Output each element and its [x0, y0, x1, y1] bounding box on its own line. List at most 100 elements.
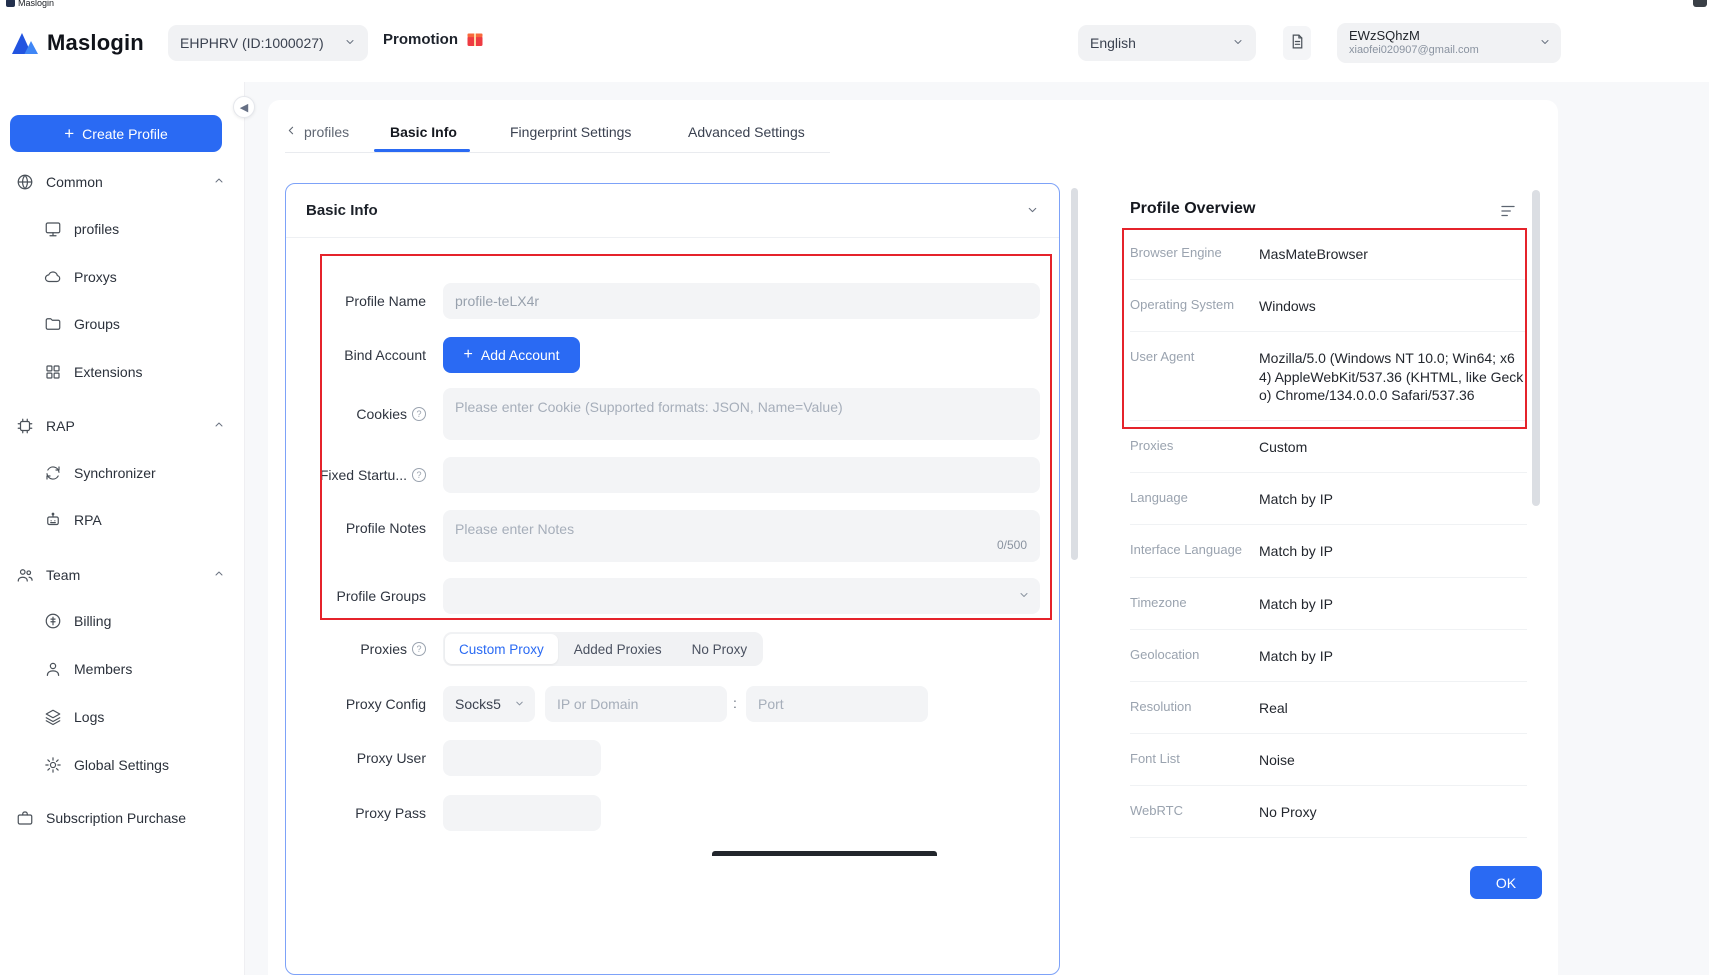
account-menu[interactable]: EWzSQhzM xiaofei020907@gmail.com	[1337, 23, 1561, 63]
proxy-option-none[interactable]: No Proxy	[678, 634, 762, 664]
sidebar-item-label: Billing	[74, 613, 111, 629]
chevron-down-icon	[514, 696, 525, 712]
active-tab-indicator	[374, 149, 470, 152]
chip-icon	[16, 417, 34, 435]
sidebar-item-rpa[interactable]: RPA	[0, 500, 245, 540]
sync-icon	[44, 464, 62, 482]
profile-name-label: Profile Name	[302, 283, 426, 319]
proxy-port-input[interactable]	[746, 686, 928, 722]
sidebar-item-label: Synchronizer	[74, 465, 156, 481]
proxy-option-custom[interactable]: Custom Proxy	[445, 634, 558, 664]
cookies-label: Cookies ?	[302, 396, 426, 432]
profile-groups-select[interactable]	[443, 578, 1040, 614]
sidebar-item-members[interactable]: Members	[0, 649, 245, 689]
back-to-profiles[interactable]: profiles	[285, 124, 349, 140]
sidebar-item-extensions[interactable]: Extensions	[0, 352, 245, 392]
bind-account-label: Bind Account	[302, 337, 426, 373]
section-label: Common	[46, 174, 103, 190]
monitor-icon	[44, 220, 62, 238]
overview-row: Browser Engine MasMateBrowser	[1130, 228, 1527, 280]
add-account-label: Add Account	[481, 347, 560, 363]
overview-row: Timezone Match by IP	[1130, 578, 1527, 630]
proxy-pass-label: Proxy Pass	[302, 795, 426, 831]
tabs-divider	[285, 152, 830, 153]
team-icon	[16, 566, 34, 584]
profile-overview-title: Profile Overview	[1130, 200, 1255, 218]
person-icon	[44, 660, 62, 678]
sidebar-item-logs[interactable]: Logs	[0, 697, 245, 737]
chevron-down-icon	[1232, 35, 1244, 51]
workspace-label: EHPHRV (ID:1000027)	[180, 35, 324, 51]
profile-notes-label: Profile Notes	[302, 510, 426, 546]
document-icon	[1289, 33, 1306, 53]
sidebar-item-label: profiles	[74, 221, 119, 237]
profile-notes-textarea[interactable]	[443, 510, 1040, 562]
docs-button[interactable]	[1283, 26, 1311, 60]
sidebar-item-proxys[interactable]: Proxys	[0, 257, 245, 297]
grid-icon	[44, 363, 62, 381]
add-account-button[interactable]: + Add Account	[443, 337, 580, 373]
sidebar-section-common[interactable]: Common	[0, 162, 245, 202]
overview-row: User Agent Mozilla/5.0 (Windows NT 10.0;…	[1130, 332, 1527, 421]
sidebar-item-synchronizer[interactable]: Synchronizer	[0, 453, 245, 493]
scrolled-button-edge	[712, 851, 937, 856]
fixed-startup-input[interactable]	[443, 457, 1040, 493]
sidebar-item-label: RPA	[74, 512, 102, 528]
card-title: Basic Info	[306, 202, 378, 219]
proxy-option-added[interactable]: Added Proxies	[560, 634, 676, 664]
help-icon: ?	[412, 468, 426, 482]
sidebar-item-groups[interactable]: Groups	[0, 304, 245, 344]
overview-row: WebRTC No Proxy	[1130, 786, 1527, 838]
proxy-user-input[interactable]	[443, 740, 601, 776]
plus-icon: +	[64, 125, 74, 142]
tab-advanced-settings[interactable]: Advanced Settings	[688, 124, 805, 140]
promotion-link[interactable]: Promotion	[383, 30, 484, 48]
tab-fingerprint-settings[interactable]: Fingerprint Settings	[510, 124, 631, 140]
proxy-protocol-value: Socks5	[455, 696, 501, 712]
cookies-textarea[interactable]	[443, 388, 1040, 440]
overview-settings-icon[interactable]	[1499, 202, 1519, 222]
profile-name-input[interactable]	[443, 283, 1040, 319]
chevron-down-icon[interactable]	[1026, 203, 1039, 219]
overview-scrollbar[interactable]	[1532, 190, 1540, 506]
sidebar-item-label: Groups	[74, 316, 120, 332]
maslogin-logo-icon	[10, 28, 40, 58]
globe-icon	[16, 173, 34, 191]
sidebar-section-rap[interactable]: RAP	[0, 406, 245, 446]
chevron-up-icon	[213, 567, 225, 583]
language-selector[interactable]: English	[1078, 25, 1256, 61]
overview-row: Font List Noise	[1130, 734, 1527, 786]
proxy-protocol-select[interactable]: Socks5	[443, 686, 535, 722]
workspace-selector[interactable]: EHPHRV (ID:1000027)	[168, 25, 368, 61]
proxy-ip-input[interactable]	[545, 686, 727, 722]
cloud-icon	[44, 268, 62, 286]
tab-basic-info[interactable]: Basic Info	[390, 124, 457, 140]
ok-button[interactable]: OK	[1470, 866, 1542, 899]
overview-row: Geolocation Match by IP	[1130, 630, 1527, 682]
sidebar-item-billing[interactable]: Billing	[0, 601, 245, 641]
favicon-icon	[6, 0, 15, 7]
form-scrollbar[interactable]	[1071, 188, 1078, 560]
briefcase-icon	[16, 809, 34, 827]
overview-row: Operating System Windows	[1130, 280, 1527, 332]
browser-tab-remnant: Maslogin	[6, 0, 54, 8]
chevron-down-icon	[1539, 35, 1551, 51]
sidebar-item-global-settings[interactable]: Global Settings	[0, 745, 245, 785]
sidebar-item-profiles[interactable]: profiles	[0, 209, 245, 249]
proxy-pass-input[interactable]	[443, 795, 601, 831]
tab-title: Maslogin	[18, 0, 54, 8]
sidebar-item-subscription[interactable]: Subscription Purchase	[0, 798, 245, 838]
sidebar-section-team[interactable]: Team	[0, 555, 245, 595]
proxies-segmented-control: Custom Proxy Added Proxies No Proxy	[443, 632, 763, 666]
proxy-config-label: Proxy Config	[302, 686, 426, 722]
language-label: English	[1090, 35, 1136, 51]
sidebar-collapse-button[interactable]: ◀	[233, 96, 255, 118]
create-profile-button[interactable]: + Create Profile	[10, 115, 222, 152]
sidebar-item-label: Extensions	[74, 364, 142, 380]
header: Maslogin EHPHRV (ID:1000027) Promotion E…	[0, 10, 1709, 82]
window-control-icon	[1693, 0, 1707, 7]
proxies-label: Proxies ?	[302, 631, 426, 667]
section-label: Team	[46, 567, 80, 583]
chevron-up-icon	[213, 418, 225, 434]
profile-groups-label: Profile Groups	[302, 578, 426, 614]
